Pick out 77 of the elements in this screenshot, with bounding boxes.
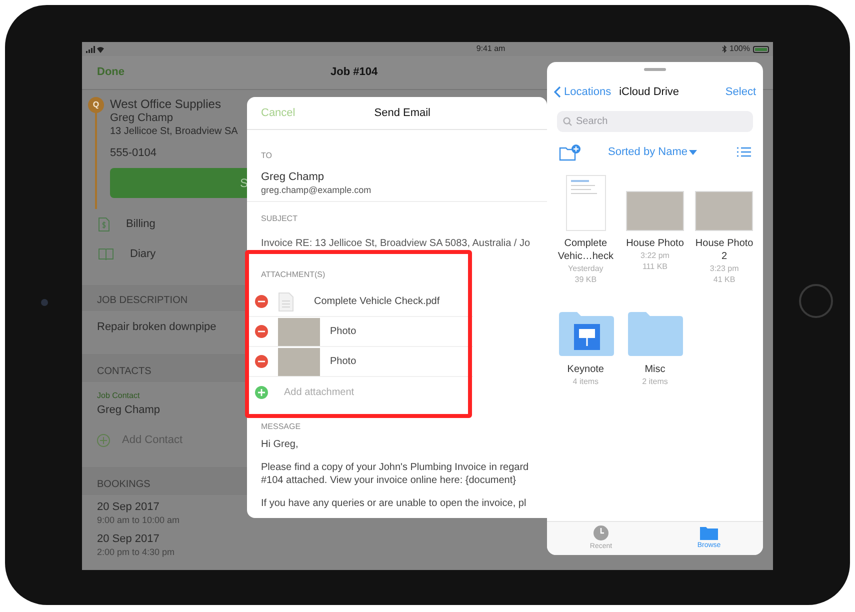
select-button[interactable]: Select	[725, 84, 756, 100]
booking-time: 9:00 am to 10:00 am	[97, 514, 180, 526]
field-label: TO	[261, 150, 272, 162]
customer-name: West Office Supplies	[110, 97, 222, 111]
sort-button[interactable]: Sorted by Name	[608, 144, 698, 160]
menu-item[interactable]: Billing	[126, 216, 156, 232]
file-name[interactable]: House Photo	[622, 236, 688, 250]
customer-phone: 555-0104	[110, 146, 158, 160]
photo-placeholder	[695, 190, 754, 230]
photo-placeholder	[278, 318, 320, 346]
attachment-name[interactable]: Photo	[330, 324, 356, 339]
contact-role: Job Contact	[97, 390, 140, 402]
list-view-icon[interactable]	[737, 147, 751, 157]
document-icon	[278, 292, 294, 312]
field-label: ATTACHMENT(S)	[261, 269, 326, 281]
customer-address: 13 Jellicoe St, Broadview SA	[110, 125, 239, 139]
home-button[interactable]	[799, 284, 833, 318]
subject-field[interactable]: Invoice RE: 13 Jellicoe St, Broadview SA 5083, Australia / Jo	[261, 236, 530, 251]
field-label: SUBJECT	[261, 213, 298, 225]
remove-icon[interactable]	[255, 295, 268, 308]
message-line: #104 attached. View your invoice online here: {document}	[261, 474, 517, 487]
file-meta: 3:22 pm	[640, 250, 670, 260]
remove-icon[interactable]	[255, 355, 268, 368]
folder-icon	[626, 310, 684, 356]
message-line: Hi Greg,	[261, 438, 298, 451]
new-folder-icon[interactable]	[559, 144, 582, 160]
add-circle-icon	[97, 434, 110, 447]
booking-date: 20 Sep 2017	[97, 500, 160, 514]
file-meta: Yesterday	[568, 262, 604, 274]
attachment-name[interactable]: Complete Vehicle Check.pdf	[314, 294, 440, 309]
menu-item[interactable]: Diary	[130, 246, 156, 262]
customer-badge: Q	[88, 97, 104, 113]
recipient-email: greg.champ@example.com	[261, 184, 372, 196]
panel-title: iCloud Drive	[619, 85, 680, 100]
search-icon	[563, 116, 572, 126]
file-meta: 3:23 pm	[710, 262, 739, 274]
back-button[interactable]: Locations	[554, 84, 612, 100]
file-meta: 39 KB	[574, 274, 597, 284]
caret-icon	[689, 150, 698, 154]
photo-placeholder	[278, 348, 320, 376]
remove-icon[interactable]	[255, 325, 268, 338]
file-name[interactable]: Keynote	[552, 362, 619, 376]
add-icon[interactable]	[255, 386, 268, 398]
nav-title: Job #104	[330, 65, 378, 80]
bluetooth-icon	[722, 45, 727, 53]
document-thumbnail	[566, 174, 606, 230]
message-line: If you have any queries or are unable to open the invoice, pl	[261, 497, 526, 510]
modal-title: Send Email	[374, 106, 431, 121]
photo-placeholder	[626, 190, 684, 230]
chevron-left-icon	[554, 86, 561, 98]
folder-with-easel-icon	[556, 310, 615, 356]
contact-name: Greg Champ	[97, 402, 160, 418]
dollar-document-icon	[98, 216, 110, 232]
booking-time: 2:00 pm to 4:30 pm	[97, 546, 175, 558]
camera-icon	[41, 299, 48, 306]
file-name[interactable]: Misc	[622, 362, 688, 376]
file-name[interactable]: House Photo 2	[691, 236, 758, 262]
file-name[interactable]: Complete Vehic…heck	[552, 236, 619, 262]
job-description: Repair broken downpipe	[97, 320, 216, 335]
file-meta: 41 KB	[713, 274, 736, 284]
customer-contact: Greg Champ	[110, 111, 174, 125]
recipient-name: Greg Champ	[261, 170, 325, 184]
battery-percent: 100%	[730, 43, 750, 55]
file-meta: 111 KB	[642, 260, 668, 272]
status-time: 9:41 am	[476, 43, 506, 55]
attachment-name[interactable]: Photo	[330, 354, 356, 369]
battery-icon	[753, 46, 769, 52]
file-meta: 2 items	[642, 376, 668, 386]
add-attachment-button[interactable]: Add attachment	[284, 384, 354, 400]
booking-date: 20 Sep 2017	[97, 532, 160, 546]
search-field[interactable]: Search	[557, 110, 753, 132]
folder-icon	[700, 526, 718, 540]
grabber-handle[interactable]	[644, 68, 666, 71]
clock-icon	[593, 524, 609, 541]
field-label: MESSAGE	[261, 421, 301, 433]
file-meta: 4 items	[572, 376, 599, 386]
book-icon	[98, 248, 114, 260]
